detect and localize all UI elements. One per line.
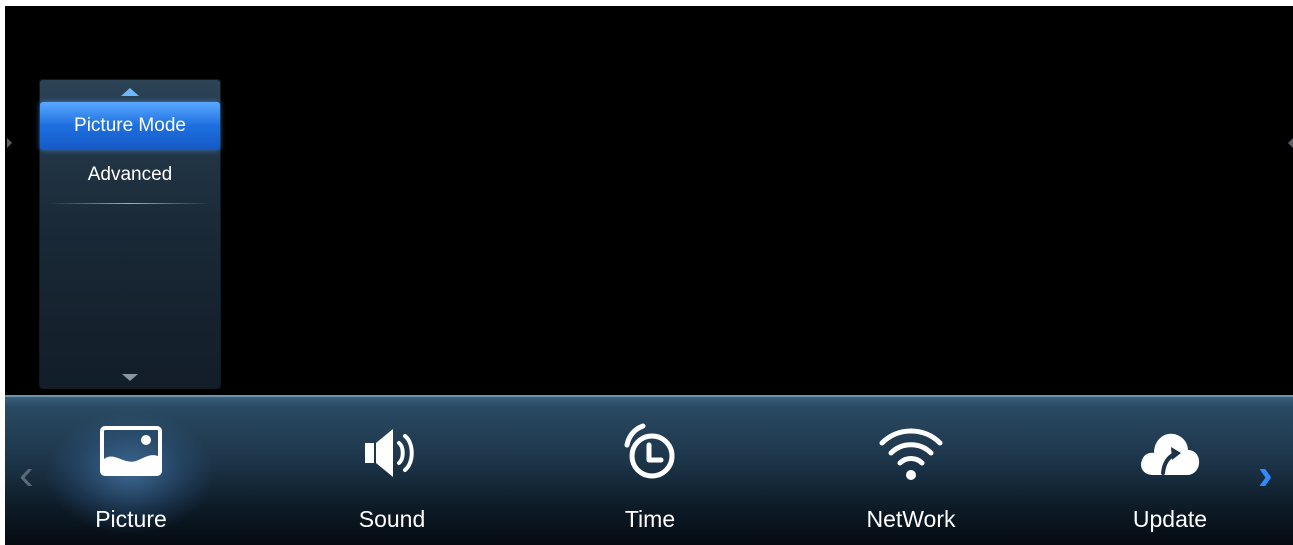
- scroll-up-arrow-icon[interactable]: [121, 88, 139, 96]
- tab-label: Time: [624, 506, 676, 532]
- submenu-item-picture-mode[interactable]: Picture Mode: [40, 102, 220, 150]
- submenu-divider: [49, 203, 211, 204]
- speaker-icon: [359, 423, 425, 483]
- tab-update[interactable]: Update: [1080, 413, 1260, 533]
- submenu-item-advanced[interactable]: Advanced: [39, 151, 221, 199]
- picture-icon: [98, 423, 164, 483]
- tab-label: NetWork: [866, 506, 956, 532]
- left-edge-arrow-icon: [7, 138, 12, 148]
- tab-label: Picture: [95, 506, 167, 532]
- tab-label: Sound: [358, 506, 426, 532]
- tab-network[interactable]: NetWork: [821, 413, 1001, 533]
- tv-screen: Picture Mode Advanced ‹ Picture Sound Ti…: [5, 6, 1293, 545]
- tab-time[interactable]: Time: [560, 413, 740, 533]
- clock-icon: [617, 423, 683, 483]
- tab-sound[interactable]: Sound: [302, 413, 482, 533]
- prev-arrow-icon[interactable]: ‹: [19, 453, 34, 497]
- scroll-down-arrow-icon[interactable]: [122, 374, 138, 381]
- right-edge-arrow-icon: [1288, 138, 1293, 148]
- next-arrow-icon[interactable]: ›: [1258, 453, 1273, 497]
- cloud-upload-icon: [1137, 423, 1203, 483]
- main-menu-bar: ‹ Picture Sound Time NetWork Update ›: [5, 395, 1293, 545]
- wifi-icon: [878, 423, 944, 483]
- tab-label: Update: [1132, 506, 1208, 532]
- tab-picture[interactable]: Picture: [41, 413, 221, 533]
- picture-submenu: Picture Mode Advanced: [39, 79, 221, 389]
